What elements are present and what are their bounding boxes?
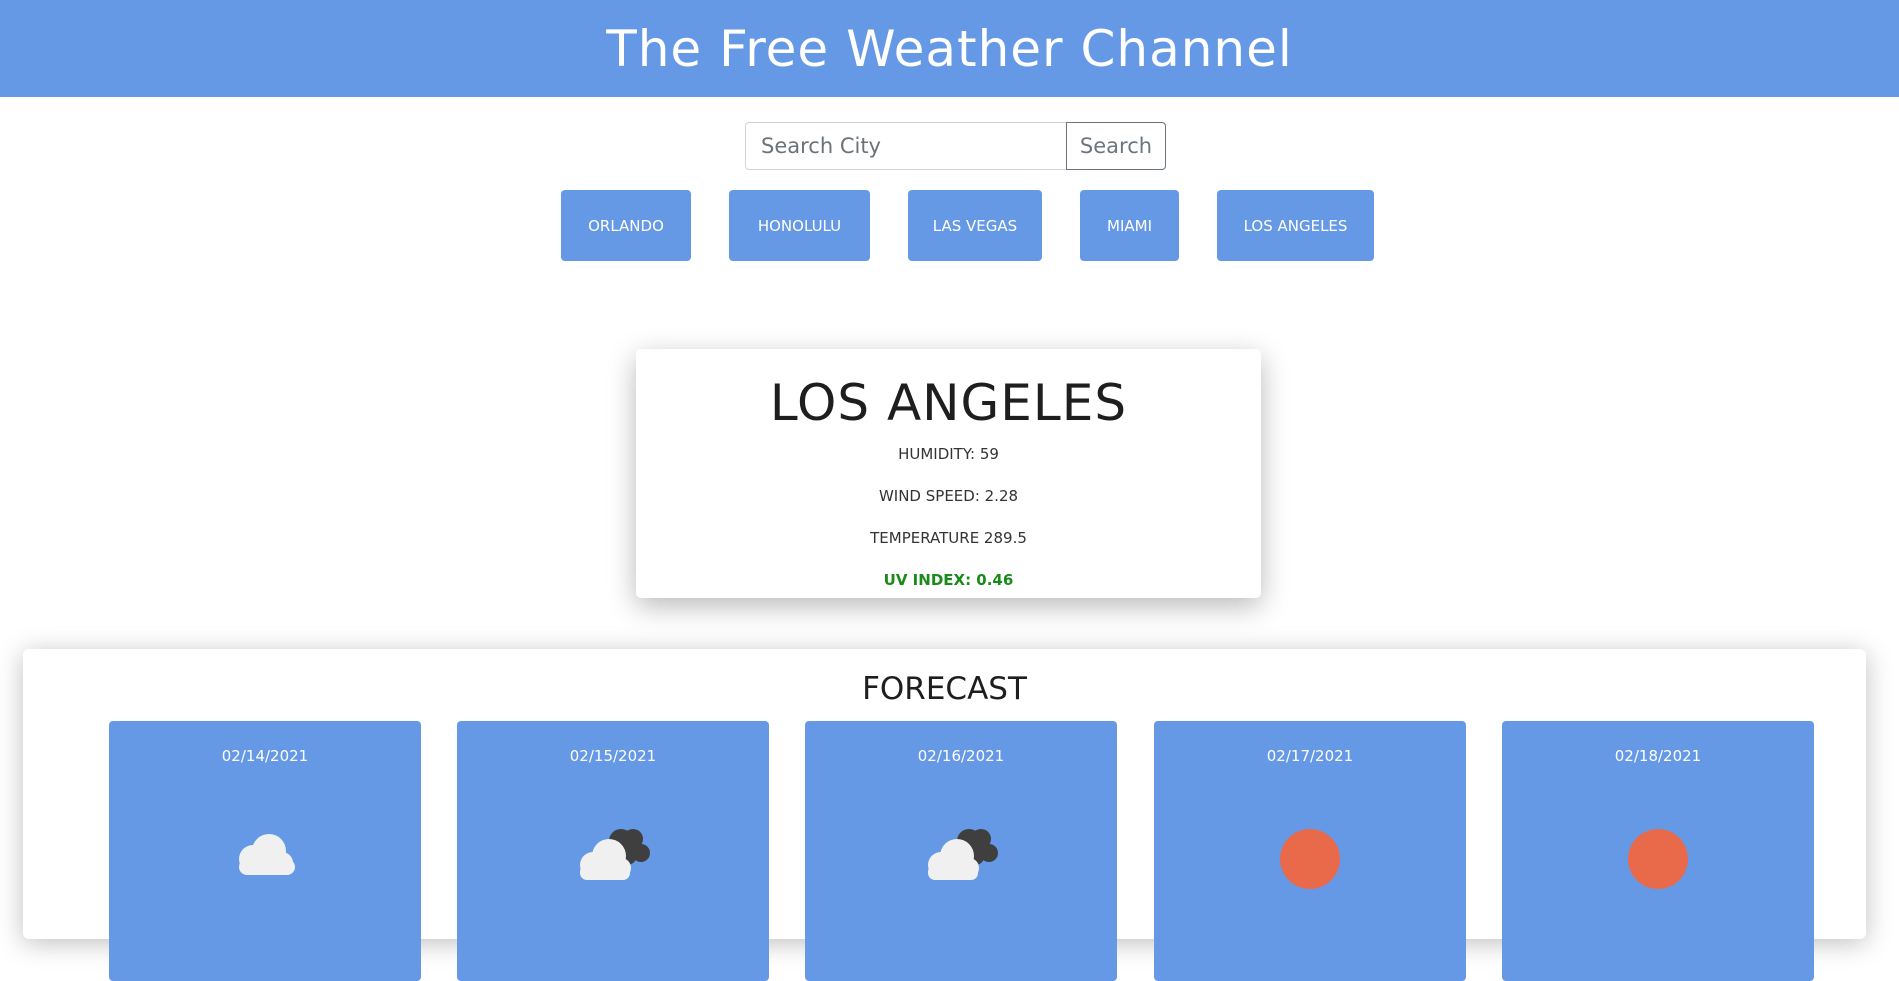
- forecast-title: FORECAST: [862, 671, 1027, 707]
- partly-cloudy-dark-icon: [580, 829, 650, 880]
- current-city-name: LOS ANGELES: [769, 374, 1128, 432]
- humidity-text: HUMIDITY: 59: [898, 445, 999, 463]
- city-button-orlando[interactable]: ORLANDO: [561, 190, 691, 261]
- forecast-panel: FORECAST 02/14/2021 02/15/2021 02/16/202…: [23, 649, 1866, 981]
- forecast-card: 02/18/2021: [1502, 721, 1814, 981]
- city-button-los-angeles[interactable]: LOS ANGELES: [1217, 190, 1374, 261]
- forecast-card: 02/14/2021: [109, 721, 421, 981]
- search-city-input[interactable]: [745, 122, 1066, 170]
- app-header: The Free Weather Channel: [0, 0, 1899, 97]
- partly-cloudy-dark-icon: [928, 829, 998, 880]
- forecast-date: 02/17/2021: [1266, 747, 1354, 765]
- city-button-honolulu[interactable]: HONOLULU: [729, 190, 870, 261]
- sun-icon: [1280, 829, 1340, 889]
- current-weather-card: LOS ANGELES HUMIDITY: 59 WIND SPEED: 2.2…: [636, 349, 1261, 598]
- temperature-text: TEMPERATURE 289.5: [870, 529, 1027, 547]
- app-title: The Free Weather Channel: [606, 19, 1293, 78]
- uv-index-text: UV INDEX: 0.46: [883, 571, 1014, 589]
- search-bar: Search: [745, 122, 1166, 170]
- wind-speed-text: WIND SPEED: 2.28: [878, 487, 1019, 505]
- city-button-las-vegas[interactable]: LAS VEGAS: [908, 190, 1042, 261]
- forecast-card: 02/15/2021: [457, 721, 769, 981]
- forecast-date: 02/16/2021: [917, 747, 1005, 765]
- search-button[interactable]: Search: [1066, 122, 1166, 170]
- forecast-date: 02/15/2021: [569, 747, 657, 765]
- sun-icon: [1628, 829, 1688, 889]
- forecast-card: 02/17/2021: [1154, 721, 1466, 981]
- forecast-card: 02/16/2021: [805, 721, 1117, 981]
- forecast-date: 02/14/2021: [221, 747, 309, 765]
- cloud-icon: [239, 834, 295, 875]
- forecast-date: 02/18/2021: [1614, 747, 1702, 765]
- city-button-miami[interactable]: MIAMI: [1080, 190, 1179, 261]
